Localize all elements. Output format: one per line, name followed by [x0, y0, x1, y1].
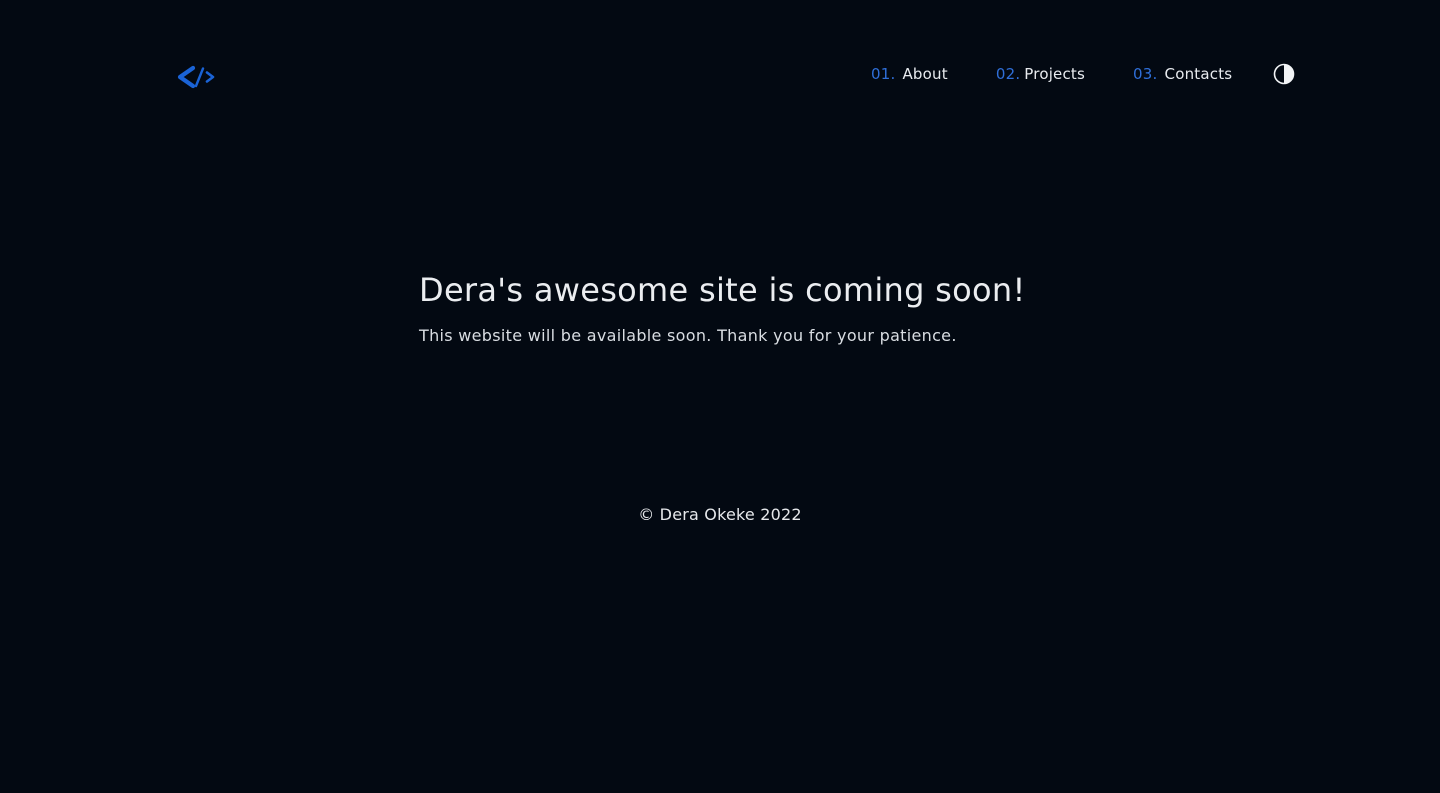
page-subtitle: This website will be available soon. Tha…	[419, 326, 957, 345]
nav-label: Contacts	[1164, 65, 1233, 83]
contrast-half-circle-icon	[1273, 63, 1295, 85]
copyright-text: © Dera Okeke 2022	[638, 505, 802, 524]
nav-label: Projects	[1024, 65, 1086, 83]
nav-number: 03.	[1133, 65, 1158, 83]
nav-link-contacts[interactable]: 03. Contacts	[1133, 65, 1232, 83]
hero-section: Dera's awesome site is coming soon! This…	[419, 268, 1119, 348]
theme-toggle-button[interactable]	[1273, 63, 1295, 85]
main-nav: 01. About 02. Projects 03. Contacts	[871, 64, 1232, 84]
nav-label: About	[902, 65, 948, 83]
page-title: Dera's awesome site is coming soon!	[419, 271, 1026, 309]
logo-link[interactable]	[173, 62, 217, 92]
nav-number: 01.	[871, 65, 896, 83]
code-brackets-icon	[177, 65, 215, 89]
nav-link-about[interactable]: 01. About	[871, 65, 948, 83]
nav-link-projects[interactable]: 02. Projects	[996, 65, 1085, 83]
page: 01. About 02. Projects 03. Contacts Dera…	[0, 0, 1440, 793]
nav-number: 02.	[995, 65, 1021, 83]
